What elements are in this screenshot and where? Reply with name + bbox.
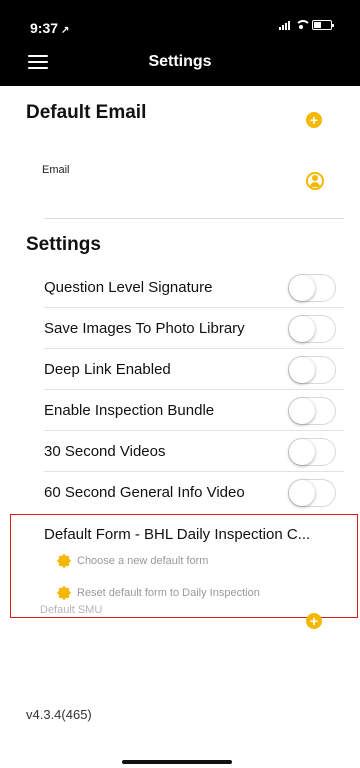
status-time: 9:37 ↗ <box>30 20 69 36</box>
email-field-label: Email <box>42 164 70 176</box>
person-icon[interactable] <box>306 172 324 190</box>
setting-row-30-second-videos: 30 Second Videos <box>44 432 344 472</box>
default-smu-label: Default SMU <box>40 604 103 616</box>
divider <box>44 218 344 219</box>
30-second-videos-toggle[interactable] <box>288 438 336 466</box>
gear-icon <box>58 555 70 567</box>
save-images-toggle[interactable] <box>288 315 336 343</box>
page-title: Settings <box>148 53 212 70</box>
home-indicator[interactable] <box>122 760 232 764</box>
setting-label: 60 Second General Info Video <box>44 484 245 501</box>
setting-label: Question Level Signature <box>44 279 213 296</box>
default-email-heading: Default Email <box>26 102 147 123</box>
settings-heading: Settings <box>26 234 101 255</box>
setting-row-inspection-bundle: Enable Inspection Bundle <box>44 391 344 431</box>
60-second-video-toggle[interactable] <box>288 479 336 507</box>
add-smu-button[interactable]: + <box>306 613 322 629</box>
gear-icon <box>58 587 70 599</box>
setting-label: 30 Second Videos <box>44 443 166 460</box>
default-form-title: Default Form - BHL Daily Inspection C... <box>44 526 311 543</box>
reset-default-form-label: Reset default form to Daily Inspection <box>77 587 260 599</box>
cellular-signal-icon <box>279 20 290 30</box>
status-indicators <box>279 20 334 30</box>
setting-label: Deep Link Enabled <box>44 361 171 378</box>
choose-default-form-label: Choose a new default form <box>77 555 209 567</box>
add-email-button[interactable]: + <box>306 112 322 128</box>
question-level-signature-toggle[interactable] <box>288 274 336 302</box>
setting-row-60-second-video: 60 Second General Info Video <box>44 473 344 513</box>
setting-row-deep-link: Deep Link Enabled <box>44 350 344 390</box>
app-version: v4.3.4(465) <box>26 707 92 722</box>
choose-default-form-button[interactable]: Choose a new default form <box>58 555 208 567</box>
location-arrow-icon: ↗ <box>61 25 70 36</box>
wifi-icon <box>295 20 311 30</box>
setting-row-question-level-signature: Question Level Signature <box>44 268 344 308</box>
inspection-bundle-toggle[interactable] <box>288 397 336 425</box>
setting-row-save-images: Save Images To Photo Library <box>44 309 344 349</box>
reset-default-form-button[interactable]: Reset default form to Daily Inspection <box>58 587 260 599</box>
status-time-text: 9:37 <box>30 20 59 36</box>
setting-label: Save Images To Photo Library <box>44 320 245 337</box>
setting-label: Enable Inspection Bundle <box>44 402 215 419</box>
app-header: 9:37 ↗ Settings <box>0 0 360 86</box>
battery-icon <box>312 20 334 30</box>
deep-link-toggle[interactable] <box>288 356 336 384</box>
